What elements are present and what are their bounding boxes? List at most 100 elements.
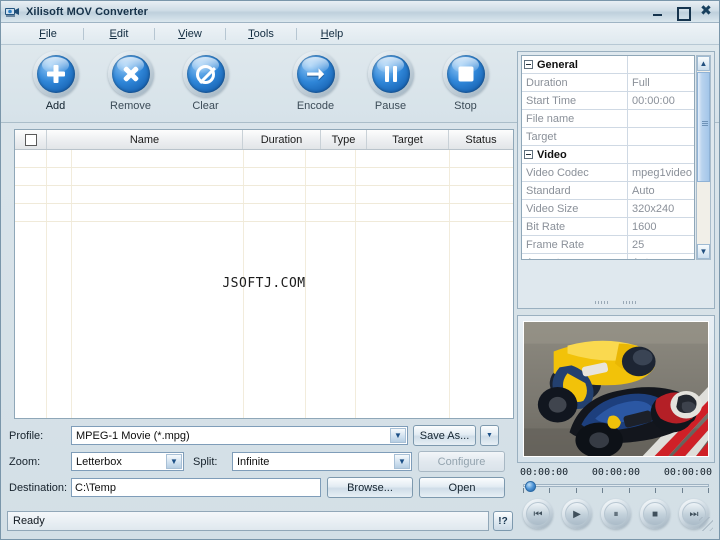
chevron-down-icon[interactable]: ▼: [394, 454, 410, 469]
property-row-bit-rate[interactable]: Bit Rate 1600: [522, 218, 694, 236]
property-value[interactable]: 25: [628, 236, 694, 253]
zoom-label: Zoom:: [9, 456, 71, 468]
property-value[interactable]: 320x240: [628, 200, 694, 217]
property-key: Frame Rate: [522, 236, 628, 253]
save-as-button[interactable]: Save As...: [413, 425, 476, 446]
column-header-name[interactable]: Name: [47, 130, 243, 149]
property-row-video-codec[interactable]: Video Codec mpeg1video: [522, 164, 694, 182]
video-preview: [517, 315, 715, 463]
property-value[interactable]: 1600: [628, 218, 694, 235]
split-select[interactable]: Infinite ▼: [232, 452, 412, 471]
menu-divider: [225, 28, 226, 40]
menu-divider: [154, 28, 155, 40]
previous-button[interactable]: ⏮: [523, 499, 553, 529]
remove-button[interactable]: Remove: [93, 51, 168, 112]
menu-item-view[interactable]: View: [157, 26, 223, 42]
play-icon: ▶: [565, 502, 589, 526]
add-button[interactable]: Add: [18, 51, 93, 112]
panel-resize-grip[interactable]: [518, 298, 714, 306]
property-grid-scrollbar[interactable]: ▲ ▼: [696, 55, 711, 260]
profile-select-value: MPEG-1 Movie (*.mpg): [76, 430, 190, 442]
clear-button[interactable]: Clear: [168, 51, 243, 112]
chevron-down-icon[interactable]: ▼: [166, 454, 182, 469]
seek-slider-track[interactable]: [523, 484, 709, 487]
property-row-start-time[interactable]: Start Time 00:00:00: [522, 92, 694, 110]
property-row-aspect[interactable]: Aspect Auto: [522, 254, 694, 260]
close-icon[interactable]: ✖: [699, 5, 713, 19]
property-row-video-size[interactable]: Video Size 320x240: [522, 200, 694, 218]
seek-slider[interactable]: [523, 481, 709, 493]
status-text: Ready: [7, 511, 489, 531]
chevron-down-icon[interactable]: ▼: [390, 428, 406, 443]
time-current: 00:00:00: [520, 467, 568, 478]
collapse-icon[interactable]: [524, 60, 533, 69]
property-grid[interactable]: General Duration Full Start Time 00:00:0…: [521, 55, 695, 260]
time-selection: 00:00:00: [592, 467, 640, 478]
column-header-type[interactable]: Type: [321, 130, 367, 149]
properties-panel: General Duration Full Start Time 00:00:0…: [517, 51, 715, 309]
select-all-checkbox[interactable]: [25, 134, 37, 146]
scroll-up-icon[interactable]: ▲: [697, 56, 710, 71]
toolbar-group-edit: Add Remove Clear: [18, 51, 243, 112]
property-row-file-name[interactable]: File name: [522, 110, 694, 128]
column-header-duration[interactable]: Duration: [243, 130, 321, 149]
encode-button[interactable]: ➞ Encode: [278, 51, 353, 112]
profile-select[interactable]: MPEG-1 Movie (*.mpg) ▼: [71, 426, 408, 445]
stop-button[interactable]: Stop: [428, 51, 503, 112]
collapse-icon[interactable]: [524, 150, 533, 159]
scroll-down-icon[interactable]: ▼: [697, 244, 710, 259]
menu-divider: [296, 28, 297, 40]
seek-slider-thumb[interactable]: [525, 481, 536, 492]
seek-slider-ticks: [523, 488, 709, 493]
browse-button[interactable]: Browse...: [327, 477, 413, 498]
help-button[interactable]: !?: [493, 511, 513, 531]
select-all-column[interactable]: [15, 130, 47, 149]
property-key: Video Size: [522, 200, 628, 217]
property-row-frame-rate[interactable]: Frame Rate 25: [522, 236, 694, 254]
maximize-icon[interactable]: [675, 5, 689, 19]
property-group-video[interactable]: Video: [522, 146, 694, 164]
menu-item-help[interactable]: Help: [299, 26, 365, 42]
scrollbar-thumb[interactable]: [697, 72, 710, 182]
property-key: Aspect: [522, 254, 628, 260]
property-value[interactable]: [628, 128, 694, 145]
arrow-icon: ➞: [293, 51, 339, 97]
menu-item-tools[interactable]: Tools: [228, 26, 294, 42]
property-value[interactable]: Full: [628, 74, 694, 91]
configure-button[interactable]: Configure: [418, 451, 505, 472]
pause-button-label: Pause: [375, 100, 406, 112]
pause-icon: ⏸: [604, 502, 628, 526]
save-as-dropdown-button[interactable]: ▼: [480, 425, 499, 446]
menu-item-edit[interactable]: Edit: [86, 26, 152, 42]
property-row-target[interactable]: Target: [522, 128, 694, 146]
file-list[interactable]: Name Duration Type Target Status JSOFTJ.…: [14, 129, 514, 419]
column-header-status[interactable]: Status: [449, 130, 513, 149]
property-value[interactable]: Auto: [628, 254, 694, 260]
minimize-icon[interactable]: [651, 5, 665, 19]
property-value[interactable]: 00:00:00: [628, 92, 694, 109]
pause-button[interactable]: Pause: [353, 51, 428, 112]
clear-button-label: Clear: [192, 100, 218, 112]
open-button[interactable]: Open: [419, 477, 505, 498]
property-value[interactable]: Auto: [628, 182, 694, 199]
destination-input-value: C:\Temp: [75, 482, 116, 494]
pause-button-transport[interactable]: ⏸: [601, 499, 631, 529]
property-row-duration[interactable]: Duration Full: [522, 74, 694, 92]
property-group-general-label: General: [537, 59, 578, 71]
zoom-select[interactable]: Letterbox ▼: [71, 452, 184, 471]
property-value[interactable]: [628, 110, 694, 127]
property-value[interactable]: mpeg1video: [628, 164, 694, 181]
prev-icon: ⏮: [526, 502, 550, 526]
stop-button-transport[interactable]: ■: [640, 499, 670, 529]
file-list-body[interactable]: JSOFTJ.COM: [15, 150, 513, 418]
property-group-video-label: Video: [537, 149, 567, 161]
destination-input[interactable]: C:\Temp: [71, 478, 321, 497]
toolbar-group-transport: ➞ Encode Pause Stop: [278, 51, 503, 112]
play-button[interactable]: ▶: [562, 499, 592, 529]
menu-item-file[interactable]: File: [15, 26, 81, 42]
property-group-general[interactable]: General: [522, 56, 694, 74]
property-row-standard[interactable]: Standard Auto: [522, 182, 694, 200]
profile-row: Profile: MPEG-1 Movie (*.mpg) ▼ Save As.…: [9, 425, 517, 446]
column-header-target[interactable]: Target: [367, 130, 449, 149]
window-resize-grip[interactable]: [699, 517, 713, 531]
